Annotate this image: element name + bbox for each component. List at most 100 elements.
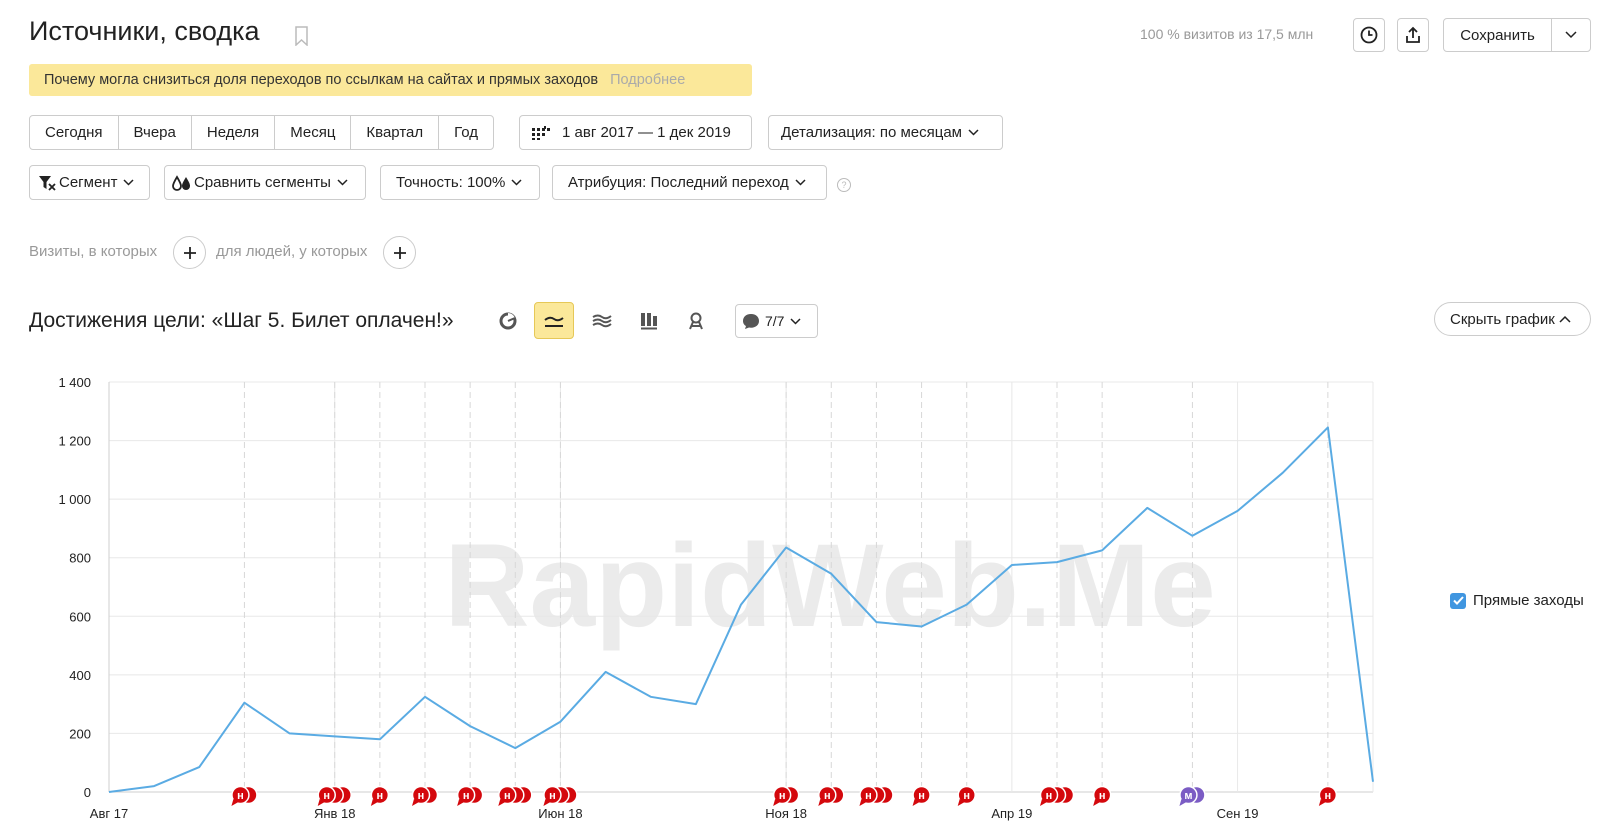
chevron-down-icon: [790, 317, 801, 325]
chevron-down-icon: [1565, 31, 1577, 39]
save-button[interactable]: Сохранить: [1443, 18, 1591, 52]
period-month[interactable]: Месяц: [275, 116, 352, 149]
accuracy-dropdown[interactable]: Точность: 100%: [380, 165, 540, 200]
detail-label: Детализация: по месяцам: [781, 124, 962, 141]
legend-item[interactable]: Прямые заходы: [1450, 592, 1584, 609]
export-button[interactable]: [1397, 18, 1429, 52]
visits-condition-label: Визиты, в которых: [29, 243, 158, 260]
note-marker[interactable]: н: [370, 785, 390, 807]
x-tick-label: Апр 19: [991, 806, 1032, 821]
compare-segments-dropdown[interactable]: Сравнить сегменты: [164, 165, 366, 200]
note-marker[interactable]: н: [957, 785, 976, 807]
data-point: [197, 765, 201, 769]
bookmark-icon[interactable]: [295, 26, 308, 46]
notes-count: 7/7: [765, 313, 785, 329]
data-point: [107, 790, 111, 794]
hide-chart-label: Скрыть график: [1450, 310, 1555, 328]
comment-icon: [743, 313, 759, 329]
chevron-down-icon: [968, 129, 979, 136]
svg-text:н: н: [418, 790, 425, 802]
data-point: [829, 572, 833, 576]
data-point: [242, 701, 246, 705]
data-point: [1371, 780, 1375, 784]
chart-type-map[interactable]: [676, 302, 716, 339]
x-tick-label: Ноя 18: [765, 806, 807, 821]
svg-text:н: н: [918, 790, 925, 802]
data-point: [604, 670, 608, 674]
period-yesterday[interactable]: Вчера: [119, 116, 192, 149]
notice-more-link[interactable]: Подробнее: [610, 72, 685, 88]
y-tick-label: 400: [69, 668, 91, 683]
add-visits-condition-button[interactable]: [173, 236, 206, 269]
period-quarter[interactable]: Квартал: [351, 116, 440, 149]
svg-text:н: н: [963, 790, 970, 802]
page-title: Источники, сводка: [29, 16, 260, 46]
chevron-down-icon: [511, 179, 522, 186]
chart-type-bars[interactable]: [629, 302, 669, 339]
x-tick-label: Июн 18: [538, 806, 582, 821]
data-point: [1326, 425, 1330, 429]
y-tick-label: 1 000: [58, 492, 91, 507]
chart-title: Достижения цели: «Шаг 5. Билет оплачен!»: [29, 309, 454, 332]
data-point: [468, 724, 472, 728]
save-button-label: Сохранить: [1444, 19, 1552, 51]
data-point: [423, 695, 427, 699]
svg-text:н: н: [1046, 790, 1053, 802]
chevron-down-icon: [123, 179, 134, 186]
help-icon[interactable]: ?: [837, 178, 851, 192]
x-tick-label: Авг 17: [90, 806, 128, 821]
data-point: [558, 720, 562, 724]
chart-type-pie[interactable]: [488, 302, 528, 339]
bar-chart-icon: [641, 312, 657, 329]
svg-text:н: н: [504, 790, 511, 802]
data-point: [649, 695, 653, 699]
legend-label: Прямые заходы: [1473, 592, 1584, 609]
period-today[interactable]: Сегодня: [30, 116, 119, 149]
svg-text:н: н: [779, 790, 786, 802]
period-week[interactable]: Неделя: [192, 116, 276, 149]
data-point: [1236, 509, 1240, 513]
add-people-condition-button[interactable]: [383, 236, 416, 269]
period-year[interactable]: Год: [439, 116, 493, 149]
people-condition-label: для людей, у которых: [216, 243, 368, 260]
svg-text:н: н: [463, 790, 470, 802]
data-point: [694, 702, 698, 706]
detail-dropdown[interactable]: Детализация: по месяцам: [768, 115, 1003, 150]
note-marker[interactable]: н: [1318, 785, 1338, 807]
svg-text:н: н: [549, 790, 556, 802]
data-point: [965, 603, 969, 607]
chart-type-line[interactable]: [534, 302, 574, 339]
history-button[interactable]: [1353, 18, 1385, 52]
accuracy-label: Точность: 100%: [396, 174, 506, 191]
date-range-picker[interactable]: 1 авг 2017 — 1 дек 2019: [519, 115, 752, 150]
note-marker[interactable]: н: [1092, 785, 1112, 807]
drops-icon: [172, 174, 190, 191]
data-point: [1281, 471, 1285, 475]
y-tick-label: 0: [84, 785, 91, 800]
compare-segments-label: Сравнить сегменты: [194, 174, 331, 191]
y-tick-label: 1 400: [58, 375, 91, 390]
stacked-area-icon: [592, 314, 612, 327]
hide-chart-button[interactable]: Скрыть график: [1434, 302, 1591, 336]
notice-banner: Почему могла снизиться доля переходов по…: [29, 64, 752, 96]
save-options-toggle[interactable]: [1552, 19, 1590, 51]
notice-text: Почему могла снизиться доля переходов по…: [44, 72, 599, 88]
calendar-icon: [532, 125, 550, 140]
data-point: [739, 603, 743, 607]
legend-checkbox[interactable]: [1450, 592, 1466, 609]
data-point: [1190, 534, 1194, 538]
data-point: [378, 737, 382, 741]
chart-type-area[interactable]: [582, 302, 622, 339]
checkmark-icon: [1452, 596, 1464, 605]
segment-dropdown[interactable]: Сегмент: [29, 165, 150, 200]
note-marker[interactable]: н: [912, 785, 931, 807]
notes-dropdown[interactable]: 7/7: [735, 304, 818, 338]
filter-icon: [39, 175, 56, 191]
attribution-dropdown[interactable]: Атрибуция: Последний переход: [552, 165, 827, 200]
svg-text:н: н: [237, 790, 244, 802]
data-point: [333, 734, 337, 738]
y-tick-label: 600: [69, 609, 91, 624]
period-selector: Сегодня Вчера Неделя Месяц Квартал Год: [29, 115, 495, 150]
data-point: [1145, 506, 1149, 510]
chevron-down-icon: [795, 179, 806, 186]
